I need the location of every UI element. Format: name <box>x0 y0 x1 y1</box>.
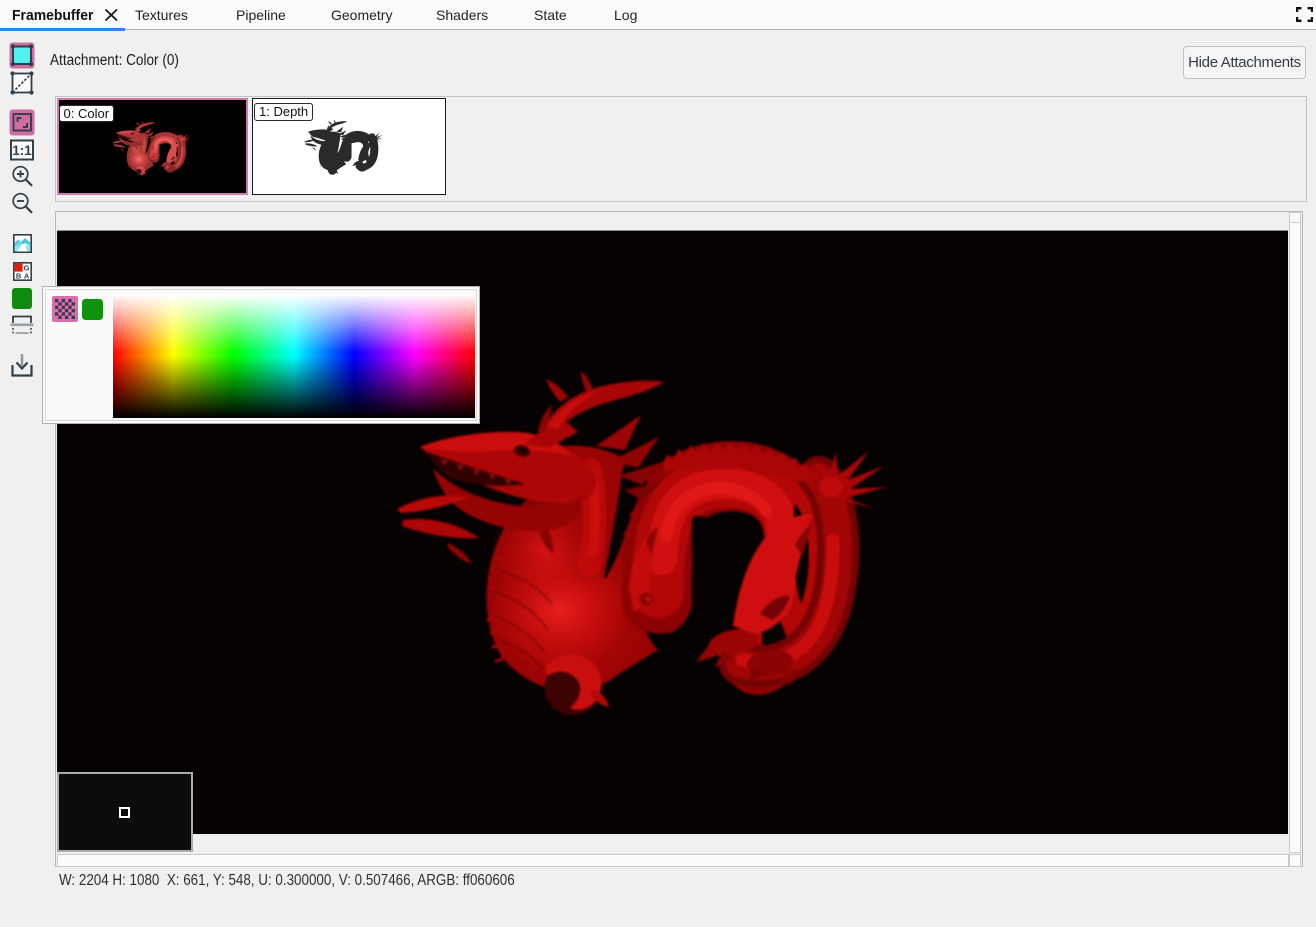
svg-text:B: B <box>15 272 21 281</box>
svg-text:A: A <box>23 272 29 281</box>
svg-text:1:1: 1:1 <box>12 143 32 158</box>
